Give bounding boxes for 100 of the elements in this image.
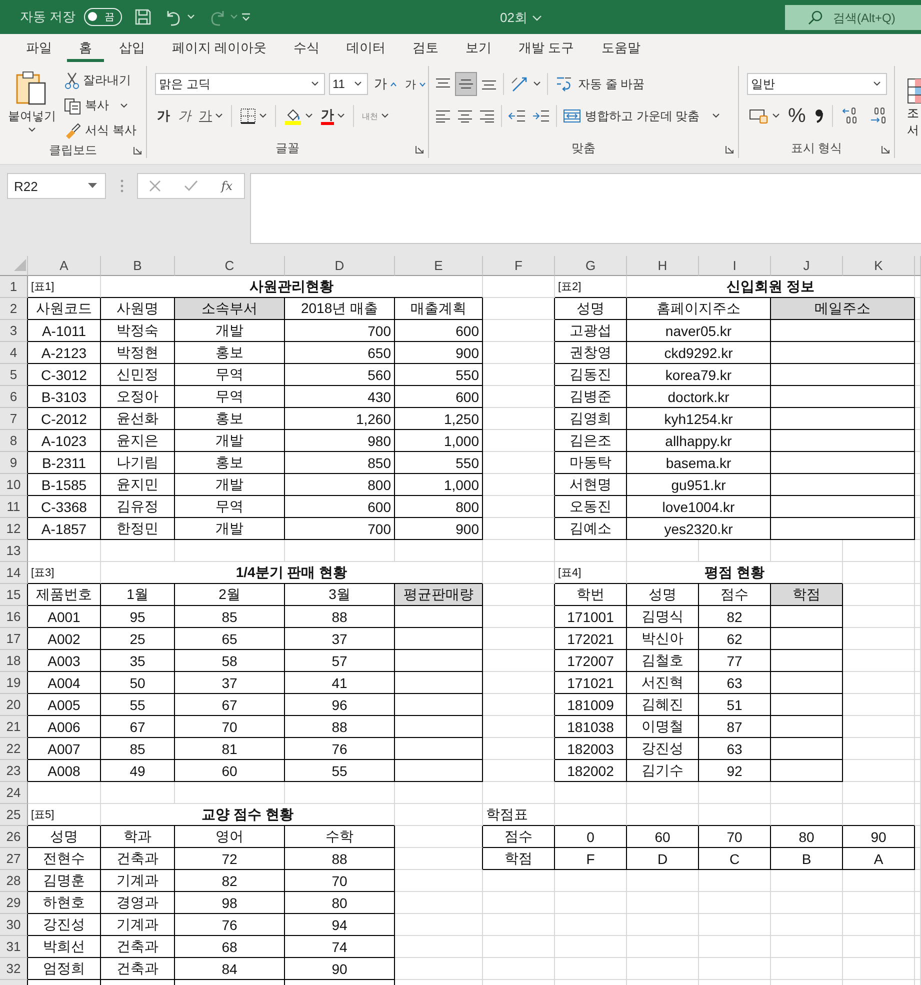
row-number[interactable]: 7: [0, 408, 28, 430]
row-number[interactable]: 10: [0, 474, 28, 496]
row-number[interactable]: 24: [0, 782, 28, 804]
copy-icon: [64, 96, 82, 114]
row-number[interactable]: 15: [0, 584, 28, 606]
conditional-format-icon[interactable]: [907, 78, 921, 104]
cut-button[interactable]: 잘라내기: [64, 69, 136, 92]
table-cell: A006: [28, 716, 101, 738]
customize-icon[interactable]: [240, 13, 251, 21]
row-number[interactable]: 9: [0, 452, 28, 474]
row-number[interactable]: 22: [0, 738, 28, 760]
column-heading[interactable]: J: [771, 256, 843, 276]
format-painter-button[interactable]: 서식 복사: [64, 119, 136, 142]
merge-center-button[interactable]: 병합하고 가운데 맞춤: [561, 104, 722, 128]
number-format-field[interactable]: 일반: [747, 73, 888, 95]
caret-icon[interactable]: [532, 15, 542, 21]
row-number[interactable]: 3: [0, 320, 28, 342]
row-number[interactable]: 16: [0, 606, 28, 628]
row-number[interactable]: 17: [0, 628, 28, 650]
table-cell: C-3368: [28, 496, 101, 518]
row-number[interactable]: 8: [0, 430, 28, 452]
check-icon[interactable]: [184, 180, 198, 192]
grow-font-button[interactable]: 가: [372, 72, 400, 96]
row-number[interactable]: 32: [0, 958, 28, 980]
button-label[interactable]: 조: [907, 106, 919, 121]
row-number[interactable]: 31: [0, 936, 28, 958]
column-heading[interactable]: F: [483, 256, 555, 276]
column-heading[interactable]: I: [699, 256, 771, 276]
row-number[interactable]: 23: [0, 760, 28, 782]
dialog-launcher-icon[interactable]: [881, 145, 890, 154]
row-number[interactable]: 2: [0, 298, 28, 320]
font-size-field[interactable]: 11: [328, 73, 368, 95]
row-number[interactable]: 29: [0, 892, 28, 914]
ribbon-tab[interactable]: 삽입: [107, 34, 157, 62]
ribbon-tab[interactable]: 검토: [400, 34, 451, 62]
row-number[interactable]: 5: [0, 364, 28, 386]
table-cell: 신민정: [101, 364, 175, 386]
column-heading[interactable]: K: [843, 256, 915, 276]
row-number[interactable]: 1: [0, 276, 28, 298]
save-icon[interactable]: [134, 8, 152, 26]
row-number[interactable]: 30: [0, 914, 28, 936]
column-heading[interactable]: B: [101, 256, 175, 276]
ribbon-tab[interactable]: 페이지 레이아웃: [160, 34, 279, 62]
row-number[interactable]: 25: [0, 804, 28, 826]
bold-button[interactable]: 가: [155, 104, 172, 128]
autosave-toggle[interactable]: 끔: [84, 8, 122, 26]
dialog-launcher-icon[interactable]: [415, 145, 424, 154]
table-cell: 엄정희: [28, 958, 101, 980]
italic-button[interactable]: 가: [176, 104, 194, 128]
ribbon-tab[interactable]: 파일: [14, 34, 64, 62]
name-box[interactable]: R22: [7, 173, 106, 199]
column-heading[interactable]: A: [28, 256, 101, 276]
row-number[interactable]: 27: [0, 848, 28, 870]
column-heading[interactable]: D: [285, 256, 395, 276]
percent-button[interactable]: %: [786, 104, 808, 128]
column-heading[interactable]: E: [395, 256, 483, 276]
shrink-font-button[interactable]: 가: [403, 72, 428, 96]
formula-field[interactable]: [250, 173, 921, 244]
table-cell: B-3103: [28, 386, 101, 408]
row-number[interactable]: 6: [0, 386, 28, 408]
table-cell: 경영과: [101, 892, 175, 914]
table-cell: 600: [285, 496, 395, 518]
caret-icon[interactable]: [186, 14, 195, 20]
ribbon-tab[interactable]: 도움말: [589, 34, 652, 62]
table-cell: 171001: [555, 606, 627, 628]
table-cell: 65: [175, 628, 285, 650]
font-name-field[interactable]: 맑은 고딕: [155, 73, 325, 95]
caret-icon: [354, 81, 362, 87]
column-heading[interactable]: G: [555, 256, 627, 276]
button-label[interactable]: 서: [907, 123, 919, 138]
underline-button[interactable]: 가: [197, 104, 226, 128]
wrap-text-button[interactable]: 자동 줄 바꿈: [552, 72, 647, 96]
table-cell: 76: [285, 738, 395, 760]
paste-button[interactable]: 붙여넣기: [6, 66, 58, 142]
column-heading[interactable]: H: [627, 256, 699, 276]
dialog-launcher-icon[interactable]: [133, 146, 142, 155]
ribbon-tab[interactable]: 수식: [282, 34, 332, 62]
row-number[interactable]: 19: [0, 672, 28, 694]
search-field[interactable]: 검색(Alt+Q): [785, 5, 921, 30]
row-number[interactable]: 18: [0, 650, 28, 672]
row-number[interactable]: 12: [0, 518, 28, 540]
row-number[interactable]: 11: [0, 496, 28, 518]
file-name[interactable]: 02회: [500, 9, 528, 27]
font-color-button[interactable]: 가: [319, 104, 348, 128]
table-cell: korea79.kr: [627, 364, 771, 386]
insert-function-button[interactable]: fx: [221, 179, 233, 193]
ribbon-tab[interactable]: 개발 도구: [506, 34, 586, 62]
row-number[interactable]: 13: [0, 540, 28, 562]
copy-button[interactable]: 복사: [64, 94, 136, 117]
ribbon-tab[interactable]: 보기: [454, 34, 504, 62]
row-number[interactable]: 26: [0, 826, 28, 848]
row-number[interactable]: 21: [0, 716, 28, 738]
row-number[interactable]: 20: [0, 694, 28, 716]
column-heading[interactable]: C: [175, 256, 285, 276]
row-number[interactable]: 4: [0, 342, 28, 364]
row-number[interactable]: 28: [0, 870, 28, 892]
row-number[interactable]: 14: [0, 562, 28, 584]
middle-align-button[interactable]: [455, 72, 478, 96]
dialog-launcher-icon[interactable]: [725, 145, 734, 154]
ribbon-tab[interactable]: 데이터: [334, 34, 398, 62]
